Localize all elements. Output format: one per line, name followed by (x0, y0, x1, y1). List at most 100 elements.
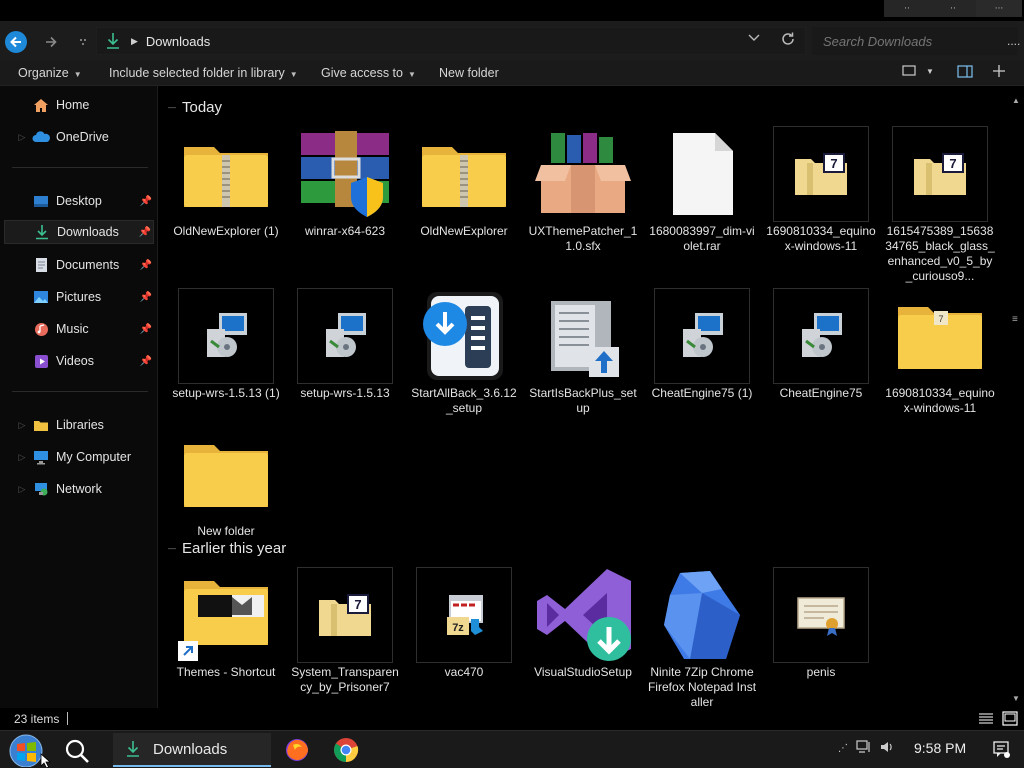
scroll-up-icon[interactable]: ▲ (1012, 96, 1020, 105)
search-input[interactable] (823, 33, 983, 49)
include-in-library-button[interactable]: Include selected folder in library ▼ (109, 66, 298, 80)
breadcrumb-separator-icon[interactable]: ▶ (131, 36, 138, 47)
search-options-button[interactable]: .... (1007, 34, 1020, 48)
firefox-icon (286, 739, 308, 761)
file-name: Ninite 7Zip Chrome Firefox Notepad Insta… (647, 665, 757, 708)
taskbar-chrome[interactable] (333, 737, 359, 763)
file-item[interactable]: 7 System_Transparency_by_Prisoner7 (291, 567, 399, 695)
address-history-dropdown[interactable] (748, 33, 760, 45)
nav-item-documents[interactable]: Documents 📌 (0, 253, 158, 277)
file-item[interactable]: setup-wrs-1.5.13 (297, 288, 393, 401)
group-header-today[interactable]: — Today (168, 99, 222, 116)
group-header-earlier[interactable]: — Earlier this year (168, 540, 286, 557)
pin-icon: 📌 (139, 291, 152, 303)
network-status-icon[interactable] (856, 740, 872, 757)
details-view-button[interactable] (978, 711, 994, 728)
file-list-view: — Today OldNewExplorer (1) winrar-x64-62… (160, 86, 1008, 708)
nav-label-downloads: Downloads (57, 225, 119, 239)
taskbar-explorer-window[interactable]: Downloads (113, 733, 271, 767)
nav-label-documents: Documents (56, 258, 120, 272)
give-access-button[interactable]: Give access to ▼ (321, 66, 416, 80)
breadcrumb-downloads[interactable]: Downloads (146, 34, 210, 49)
address-bar[interactable]: ▶ Downloads (96, 27, 806, 55)
notification-center-button[interactable] (992, 740, 1010, 761)
nav-item-onedrive[interactable]: ▷ OneDrive (0, 125, 158, 149)
file-item[interactable]: OldNewExplorer (416, 126, 512, 239)
file-item[interactable]: StartIsBackPlus_setup (529, 288, 637, 416)
taskbar-search-button[interactable] (63, 737, 91, 765)
arrow-right-icon (46, 36, 57, 48)
minimize-button[interactable]: ⋅⋅ (884, 0, 930, 17)
collapse-chevron-icon[interactable]: — (168, 103, 176, 112)
clock[interactable]: 9:58 PM (914, 740, 966, 756)
expand-chevron-icon[interactable]: ▷ (14, 420, 30, 431)
svg-text:7z: 7z (452, 622, 464, 634)
file-item[interactable]: CheatEngine75 (773, 288, 869, 401)
command-bar: Organize ▼ Include selected folder in lib… (0, 60, 1024, 86)
document-icon (32, 257, 50, 273)
scroll-down-icon[interactable]: ▼ (1012, 694, 1020, 703)
nav-item-desktop[interactable]: Desktop 📌 (0, 189, 158, 213)
refresh-button[interactable] (780, 31, 796, 52)
file-item[interactable]: 7 1615475389_1563834765_black_glass_enha… (885, 126, 995, 284)
collapse-chevron-icon[interactable]: — (168, 544, 176, 553)
nav-label-desktop: Desktop (56, 194, 102, 208)
file-item[interactable]: penis (773, 567, 869, 680)
preview-pane-button[interactable] (957, 65, 973, 81)
visual-studio-icon (535, 567, 631, 663)
file-item[interactable]: 7z vac470 (416, 567, 512, 680)
taskbar-firefox[interactable] (284, 737, 310, 763)
nav-item-network[interactable]: ▷ Network (0, 477, 158, 501)
file-item[interactable]: OldNewExplorer (1) (173, 126, 279, 239)
file-item[interactable]: setup-wrs-1.5.13 (1) (172, 288, 280, 401)
file-item[interactable]: New folder (178, 426, 274, 539)
setup-installer-icon (297, 288, 393, 384)
nav-item-downloads[interactable]: Downloads 📌 (4, 220, 154, 244)
back-button[interactable] (5, 31, 27, 53)
nav-item-libraries[interactable]: ▷ Libraries (0, 413, 158, 437)
view-options-button[interactable] (902, 65, 916, 80)
folder-icon (178, 426, 274, 522)
file-item[interactable]: 1680083997_dim-violet.rar (649, 126, 755, 254)
file-item[interactable]: Ninite 7Zip Chrome Firefox Notepad Insta… (648, 567, 756, 708)
vertical-scrollbar[interactable]: ▲ ≡ ▼ (1008, 86, 1024, 708)
nav-item-music[interactable]: Music 📌 (0, 317, 158, 341)
setup-installer-icon (654, 288, 750, 384)
nav-label-music: Music (56, 322, 89, 336)
file-item[interactable]: UXThemePatcher_11.0.sfx (529, 126, 637, 254)
file-item[interactable]: winrar-x64-623 (297, 126, 393, 239)
add-button[interactable] (992, 63, 1006, 83)
search-box[interactable]: .... (812, 27, 1020, 55)
file-item[interactable]: 7 1690810334_equinox-windows-11 (766, 126, 876, 254)
preview-pane-icon (957, 65, 973, 78)
search-icon (65, 739, 89, 763)
svg-text:7: 7 (938, 314, 943, 324)
navigation-pane: Home ▷ OneDrive Desktop 📌 Downloads 📌 Do… (0, 86, 158, 708)
tiles-view-button[interactable] (1002, 711, 1018, 729)
nav-item-home[interactable]: Home (0, 93, 158, 117)
expand-chevron-icon[interactable]: ▷ (14, 132, 30, 143)
file-item[interactable]: StartAllBack_3.6.12_setup (411, 288, 517, 416)
maximize-button[interactable]: ⋅⋅ (930, 0, 976, 17)
scroll-thumb[interactable]: ≡ (1012, 314, 1018, 325)
forward-button[interactable] (40, 31, 62, 53)
pin-icon: 📌 (139, 259, 152, 271)
expand-chevron-icon[interactable]: ▷ (14, 484, 30, 495)
file-item[interactable]: Themes - Shortcut (177, 567, 275, 680)
dots-icon (80, 39, 86, 45)
recent-locations-button[interactable] (72, 31, 94, 53)
show-hidden-icons-button[interactable]: ⋰ (838, 743, 848, 754)
volume-icon[interactable] (880, 740, 894, 757)
nav-item-my-computer[interactable]: ▷ My Computer (0, 445, 158, 469)
nav-item-pictures[interactable]: Pictures 📌 (0, 285, 158, 309)
file-item[interactable]: 7 1690810334_equinox-windows-11 (885, 288, 995, 416)
nav-item-videos[interactable]: Videos 📌 (0, 349, 158, 373)
new-folder-button[interactable]: New folder (439, 66, 499, 80)
expand-chevron-icon[interactable]: ▷ (14, 452, 30, 463)
file-item[interactable]: CheatEngine75 (1) (652, 288, 752, 401)
view-dropdown[interactable]: ▼ (926, 67, 934, 76)
organize-button[interactable]: Organize ▼ (18, 66, 82, 80)
close-button[interactable]: ⋅⋅⋅ (976, 0, 1022, 17)
file-item[interactable]: VisualStudioSetup (534, 567, 632, 680)
download-icon (33, 224, 51, 240)
